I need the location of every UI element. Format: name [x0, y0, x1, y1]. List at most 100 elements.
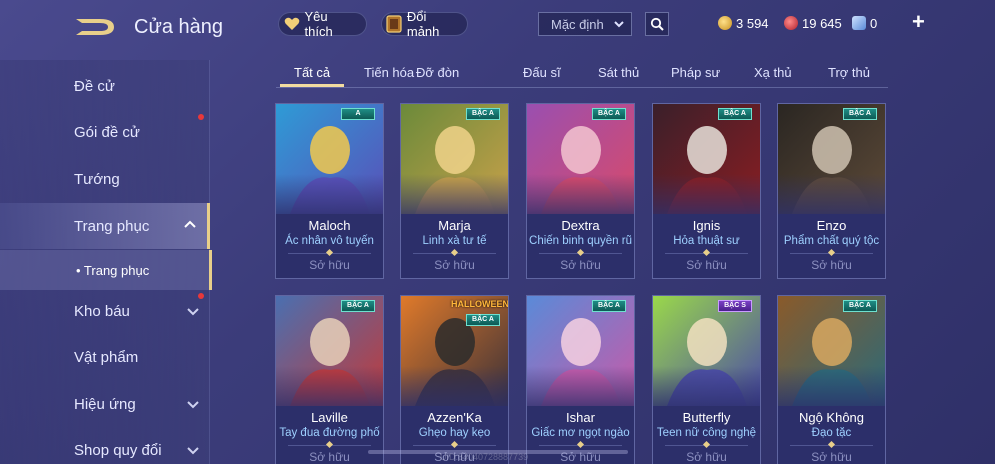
sidebar-item-heroes[interactable]: Tướng	[0, 157, 210, 201]
owned-status: Sở hữu	[309, 258, 350, 272]
skin-card[interactable]: BẬC A Marja Linh xà tư tế Sở hữu	[400, 103, 509, 279]
halloween-event-badge: HALLOWEEN	[451, 299, 509, 309]
active-tab-indicator	[280, 84, 344, 87]
skin-name: Đạo tặc	[811, 427, 852, 439]
card-divider	[539, 445, 622, 446]
skin-card[interactable]: BẬC A Laville Tay đua đường phố Sở hữu	[275, 295, 384, 464]
sidebar-subitem-skins[interactable]: • Trang phục	[0, 250, 212, 290]
hero-name: Laville	[311, 410, 348, 425]
owned-status: Sở hữu	[309, 450, 350, 464]
sidebar-item-label: Trang phục	[74, 217, 150, 235]
hero-name: Marja	[438, 218, 471, 233]
skin-card[interactable]: BẬC A Azzen'Ka Ghẹo hay kẹo Sở hữu HALLOWEEN	[400, 295, 509, 464]
card-shade	[778, 174, 885, 244]
ruby-currency: 19 645	[784, 14, 842, 32]
card-shade	[653, 174, 760, 244]
sidebar-item-treasure[interactable]: Kho báu	[0, 289, 210, 333]
sidebar-item-bundles[interactable]: Gói đề cử	[0, 110, 210, 154]
sort-value: Mặc định	[551, 16, 604, 32]
tab-tank[interactable]: Đỡ đòn	[416, 65, 459, 80]
owned-status: Sở hữu	[686, 258, 727, 272]
notification-dot	[198, 293, 204, 299]
sidebar-item-items[interactable]: Vật phẩm	[0, 335, 210, 379]
search-icon	[650, 17, 664, 31]
sidebar-item-featured[interactable]: Đề cử	[0, 64, 210, 108]
ticket-amount: 0	[870, 15, 878, 31]
card-shade	[401, 366, 508, 436]
hero-name: Enzo	[816, 218, 847, 233]
card-divider	[288, 253, 371, 254]
chevron-down-icon	[187, 308, 199, 316]
hero-name: Ishar	[566, 410, 595, 425]
hero-name: Maloch	[308, 218, 351, 233]
notification-dot	[198, 114, 204, 120]
owned-status: Sở hữu	[811, 258, 852, 272]
chevron-down-icon	[187, 447, 199, 455]
back-logo-icon[interactable]	[74, 15, 116, 39]
fragment-label: Đổi mảnh	[406, 9, 440, 39]
tab-all[interactable]: Tất cả	[294, 65, 330, 80]
owned-status: Sở hữu	[434, 258, 475, 272]
sidebar-subitem-label: • Trang phục	[76, 262, 150, 278]
page-title: Cửa hàng	[134, 16, 224, 38]
tab-fighter[interactable]: Đấu sĩ	[523, 65, 561, 80]
skin-card[interactable]: BẬC S Butterfly Teen nữ công nghệ Sở hữu	[652, 295, 761, 464]
fragment-card-icon	[386, 15, 403, 33]
tab-assassin[interactable]: Sát thủ	[598, 65, 639, 80]
chevron-down-icon	[614, 21, 624, 28]
gold-coin-icon	[718, 16, 732, 30]
tab-mage[interactable]: Pháp sư	[671, 65, 720, 80]
category-tabs: Tất cả Tiến hóa Đỡ đòn Đấu sĩ Sát thủ Ph…	[276, 58, 888, 88]
card-divider	[413, 253, 496, 254]
tier-badge: BẬC A	[843, 300, 877, 312]
tier-badge: A	[341, 108, 375, 120]
tier-badge: BẬC A	[718, 108, 752, 120]
skin-card[interactable]: BẬC A Ishar Giấc mơ ngọt ngào Sở hữu	[526, 295, 635, 464]
skin-card[interactable]: BẬC A Enzo Phẩm chất quý tộc Sở hữu	[777, 103, 886, 279]
sidebar-item-label: Đề cử	[74, 77, 115, 95]
gold-currency: 3 594	[718, 14, 769, 32]
card-shade	[778, 366, 885, 436]
card-divider	[288, 445, 371, 446]
card-divider	[539, 253, 622, 254]
card-divider	[665, 445, 748, 446]
skin-name: Tay đua đường phố	[279, 427, 380, 439]
skin-name: Linh xà tư tế	[422, 235, 487, 247]
favorite-label: Yêu thích	[304, 9, 333, 39]
tier-badge: BẬC A	[843, 108, 877, 120]
tab-support[interactable]: Trợ thủ	[828, 65, 870, 80]
card-divider	[790, 445, 873, 446]
tier-badge: BẬC A	[341, 300, 375, 312]
owned-status: Sở hữu	[560, 258, 601, 272]
skin-name: Teen nữ công nghệ	[656, 427, 757, 439]
search-button[interactable]	[645, 12, 669, 36]
fragment-exchange-button[interactable]: Đổi mảnh	[381, 9, 468, 39]
skin-card[interactable]: A Maloch Ác nhân vô tuyến Sở hữu	[275, 103, 384, 279]
chevron-down-icon	[187, 401, 199, 409]
skin-name: Ác nhân vô tuyến	[285, 235, 374, 247]
card-shade	[276, 366, 383, 436]
card-divider	[413, 445, 496, 446]
sidebar-item-label: Hiệu ứng	[74, 395, 136, 413]
sidebar-item-skins[interactable]: Trang phục	[0, 203, 210, 249]
sidebar-item-label: Vật phẩm	[74, 348, 139, 366]
tab-marksman[interactable]: Xạ thủ	[754, 65, 792, 80]
sidebar-item-exchange-shop[interactable]: Shop quy đổi	[0, 428, 210, 464]
heart-icon	[283, 15, 301, 33]
skin-card[interactable]: BẬC A Ngộ Không Đạo tặc Sở hữu	[777, 295, 886, 464]
add-currency-button[interactable]: +	[912, 11, 928, 33]
favorite-button[interactable]: Yêu thích	[278, 9, 367, 39]
ticket-currency: 0	[852, 14, 877, 32]
tier-badge: BẬC A	[466, 108, 500, 120]
tier-badge: BẬC A	[592, 108, 626, 120]
skin-name: Ghẹo hay kẹo	[418, 427, 491, 439]
tier-badge: BẬC A	[466, 314, 500, 326]
skin-card[interactable]: BẬC A Ignis Hỏa thuật sư Sở hữu	[652, 103, 761, 279]
sidebar-item-effects[interactable]: Hiệu ứng	[0, 382, 210, 426]
sort-dropdown[interactable]: Mặc định	[538, 12, 632, 36]
hero-name: Ngộ Không	[798, 410, 865, 425]
owned-status: Sở hữu	[686, 450, 727, 464]
sidebar-item-label: Kho báu	[74, 302, 130, 320]
skin-card[interactable]: BẬC A Dextra Chiến binh quyền rũ Sở hữu	[526, 103, 635, 279]
tab-evolution[interactable]: Tiến hóa	[364, 65, 414, 80]
